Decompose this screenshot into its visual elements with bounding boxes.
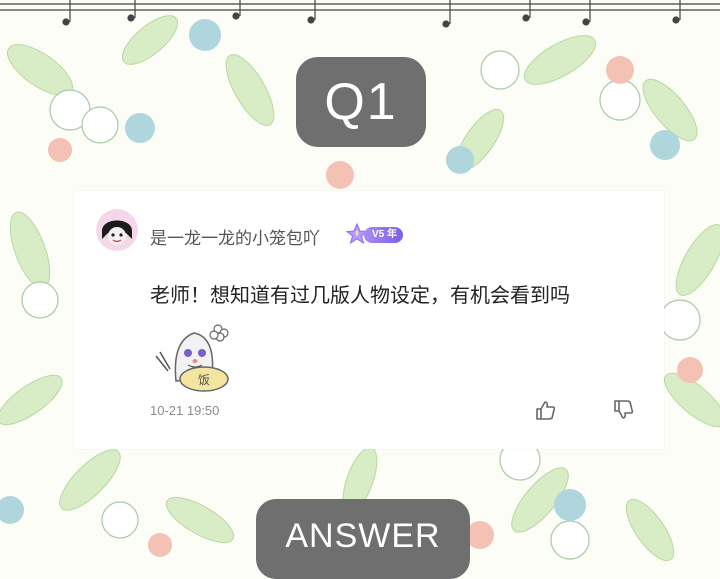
question-number-badge: Q1	[296, 57, 426, 147]
comment-timestamp: 10-21 19:50	[150, 403, 220, 418]
thumbs-up-icon[interactable]	[534, 399, 556, 421]
comment-card: 是一龙一龙的小笼包吖 V5 年 老师！想知道有过几版人物设定，有机会看到吗 饭 …	[74, 191, 664, 449]
music-notes-decoration	[0, 0, 720, 28]
sticker-text: 饭	[198, 373, 210, 387]
answer-button[interactable]: ANSWER	[256, 499, 470, 579]
sticker-image: 饭	[155, 324, 229, 392]
avatar[interactable]	[96, 209, 138, 251]
username[interactable]: 是一龙一龙的小笼包吖	[150, 224, 320, 249]
comment-text: 老师！想知道有过几版人物设定，有机会看到吗	[150, 283, 570, 307]
thumbs-down-icon[interactable]	[612, 399, 634, 421]
level-badge: V5 年	[364, 227, 404, 243]
